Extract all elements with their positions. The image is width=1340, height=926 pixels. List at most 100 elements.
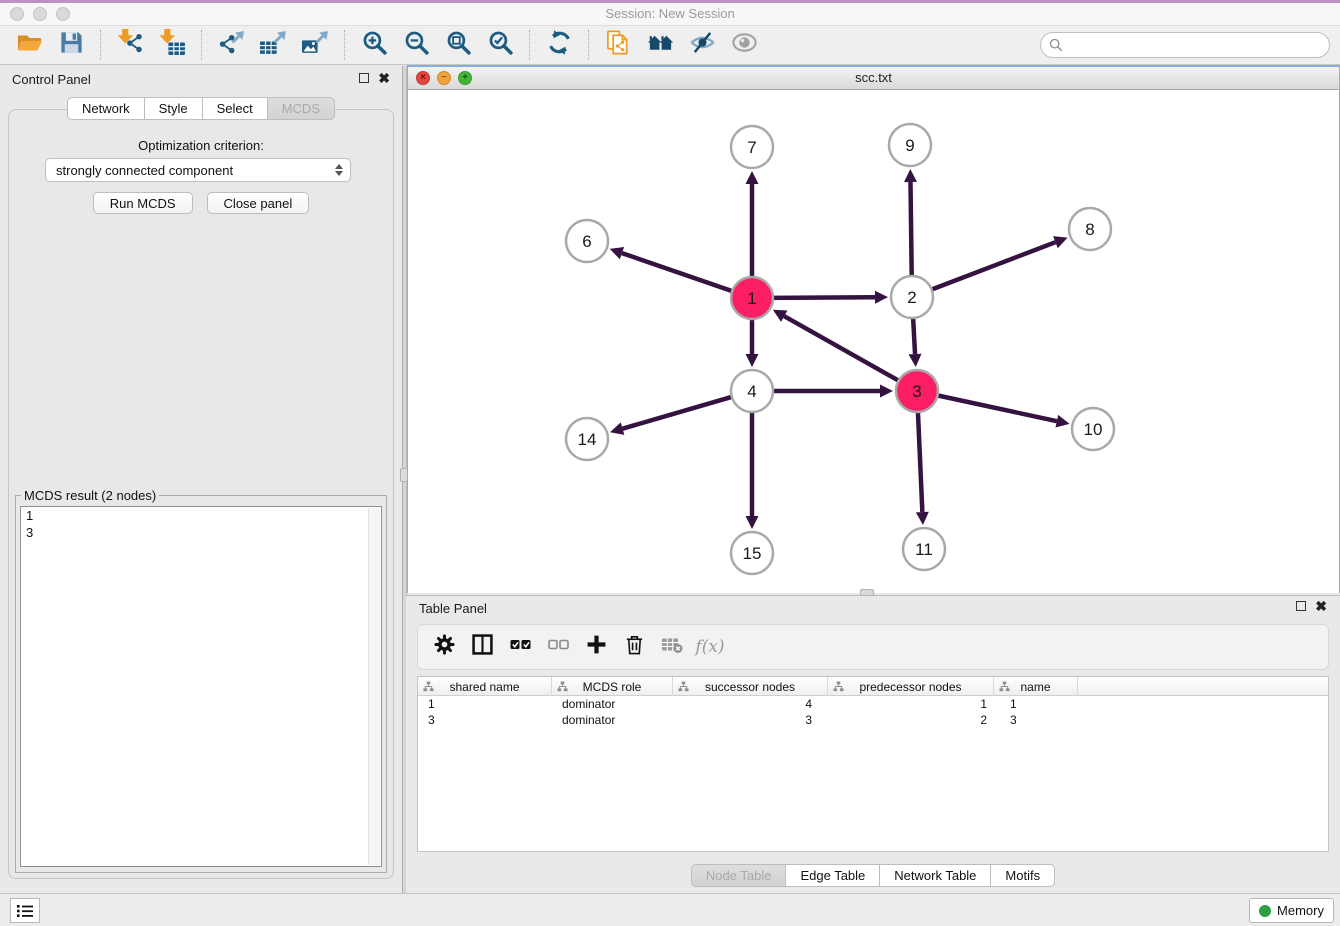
search-input[interactable]	[1068, 37, 1321, 54]
create-column-button[interactable]	[583, 634, 609, 660]
tab-node-table[interactable]: Node Table	[691, 864, 787, 887]
graph-edge-3-1[interactable]	[773, 310, 901, 382]
refresh-view-button[interactable]	[544, 30, 574, 60]
export-image-button[interactable]	[300, 30, 330, 60]
horizontal-splitter-grip[interactable]	[860, 589, 874, 596]
tab-edge-table[interactable]: Edge Table	[786, 864, 880, 887]
delete-columns-button[interactable]	[621, 634, 647, 660]
graph-edge-4-3[interactable]	[771, 385, 893, 398]
hide-selected-icon	[689, 29, 716, 61]
column-header-MCDS-role[interactable]: MCDS role	[552, 677, 673, 696]
graph-edge-2-8[interactable]	[930, 236, 1068, 290]
mcds-result-list[interactable]: 13	[20, 506, 382, 867]
table-panel-float-icon[interactable]	[1296, 601, 1306, 611]
graph-edge-1-2[interactable]	[771, 291, 888, 304]
table-mode-button[interactable]	[469, 634, 495, 660]
result-scrollbar[interactable]	[368, 508, 380, 865]
graph-node-2[interactable]: 2	[891, 276, 933, 318]
network-graph[interactable]: 7 9 6 8 1 2 4 3 14 10 15 11	[408, 90, 1340, 593]
save-session-button[interactable]	[56, 30, 86, 60]
zoom-fit-content-button[interactable]	[443, 30, 473, 60]
network-canvas[interactable]: 7 9 6 8 1 2 4 3 14 10 15 11	[408, 90, 1339, 593]
graph-node-6[interactable]: 6	[566, 220, 608, 262]
svg-text:14: 14	[578, 430, 597, 449]
control-panel-float-icon[interactable]	[359, 73, 369, 83]
memory-label: Memory	[1277, 903, 1324, 918]
import-network-button[interactable]	[115, 30, 145, 60]
table-header-row: shared nameMCDS rolesuccessor nodesprede…	[418, 677, 1328, 696]
graph-node-10[interactable]: 10	[1072, 408, 1114, 450]
hide-selected-button[interactable]	[687, 30, 717, 60]
new-network-from-selection-button[interactable]	[603, 30, 633, 60]
mcds-result-group: MCDS result (2 nodes) 13	[15, 495, 387, 873]
column-header-successor-nodes[interactable]: successor nodes	[673, 677, 828, 696]
table-panel-title: Table Panel	[419, 601, 487, 616]
tab-network[interactable]: Network	[67, 97, 145, 120]
graph-edge-2-9[interactable]	[904, 169, 917, 278]
table-row[interactable]: 1dominator411	[418, 696, 1328, 712]
hide-all-columns-button[interactable]	[545, 634, 571, 660]
graph-node-15[interactable]: 15	[731, 532, 773, 574]
table-cell: dominator	[552, 712, 673, 728]
first-neighbors-button[interactable]	[645, 30, 675, 60]
mcds-result-legend: MCDS result (2 nodes)	[21, 488, 159, 503]
graph-edge-3-10[interactable]	[936, 395, 1070, 428]
run-mcds-button[interactable]: Run MCDS	[93, 192, 193, 214]
column-header-predecessor-nodes[interactable]: predecessor nodes	[828, 677, 994, 696]
graph-edge-4-14[interactable]	[610, 396, 734, 435]
graph-edge-1-4[interactable]	[746, 317, 759, 367]
graph-node-4[interactable]: 4	[731, 370, 773, 412]
svg-text:1: 1	[747, 289, 756, 308]
tab-select[interactable]: Select	[203, 97, 268, 120]
graph-node-1[interactable]: 1	[731, 277, 773, 319]
close-panel-button[interactable]: Close panel	[207, 192, 310, 214]
zoom-fit-content-icon	[445, 29, 472, 61]
graph-node-9[interactable]: 9	[889, 124, 931, 166]
graph-node-8[interactable]: 8	[1069, 208, 1111, 250]
zoom-out-button[interactable]	[401, 30, 431, 60]
tab-motifs[interactable]: Motifs	[991, 864, 1055, 887]
mcds-result-item[interactable]: 3	[21, 524, 381, 541]
zoom-in-button[interactable]	[359, 30, 389, 60]
graph-node-3[interactable]: 3	[896, 370, 938, 412]
show-all-button[interactable]	[729, 30, 759, 60]
show-all-columns-button[interactable]	[507, 634, 533, 660]
network-window-titlebar[interactable]: × − + scc.txt	[408, 67, 1339, 90]
export-network-button[interactable]	[216, 30, 246, 60]
graph-edge-3-11[interactable]	[916, 410, 929, 525]
control-panel-close-icon[interactable]: ✖	[378, 73, 390, 83]
graph-edge-4-15[interactable]	[746, 410, 759, 529]
table-settings-icon	[434, 634, 455, 660]
column-header-shared-name[interactable]: shared name	[418, 677, 552, 696]
criterion-select[interactable]: strongly connected component	[45, 158, 351, 182]
import-table-button[interactable]	[157, 30, 187, 60]
column-header-name[interactable]: name	[994, 677, 1078, 696]
open-session-button[interactable]	[14, 30, 44, 60]
task-history-button[interactable]	[10, 898, 40, 923]
delete-table-button[interactable]	[659, 634, 685, 660]
table-settings-button[interactable]	[431, 634, 457, 660]
mcds-result-item[interactable]: 1	[21, 507, 381, 524]
tab-network-table[interactable]: Network Table	[880, 864, 991, 887]
table-row[interactable]: 3dominator323	[418, 712, 1328, 728]
search-icon	[1049, 38, 1063, 52]
graph-node-14[interactable]: 14	[566, 418, 608, 460]
export-network-icon	[218, 29, 245, 61]
graph-node-11[interactable]: 11	[903, 528, 945, 570]
export-table-button[interactable]	[258, 30, 288, 60]
table-cell: 1	[828, 696, 994, 712]
zoom-selected-button[interactable]	[485, 30, 515, 60]
tab-mcds[interactable]: MCDS	[268, 97, 335, 120]
zoom-selected-icon	[487, 29, 514, 61]
function-builder-button[interactable]: f(x)	[697, 634, 723, 660]
graph-edge-1-7[interactable]	[746, 171, 759, 279]
tab-style[interactable]: Style	[145, 97, 203, 120]
graph-edge-2-3[interactable]	[909, 316, 922, 367]
svg-text:2: 2	[907, 288, 916, 307]
table-cell: 3	[673, 712, 828, 728]
table-panel-close-icon[interactable]: ✖	[1315, 601, 1327, 611]
table-cell: 3	[418, 712, 552, 728]
graph-node-7[interactable]: 7	[731, 126, 773, 168]
graph-edge-1-6[interactable]	[610, 247, 734, 292]
memory-button[interactable]: Memory	[1249, 898, 1334, 923]
